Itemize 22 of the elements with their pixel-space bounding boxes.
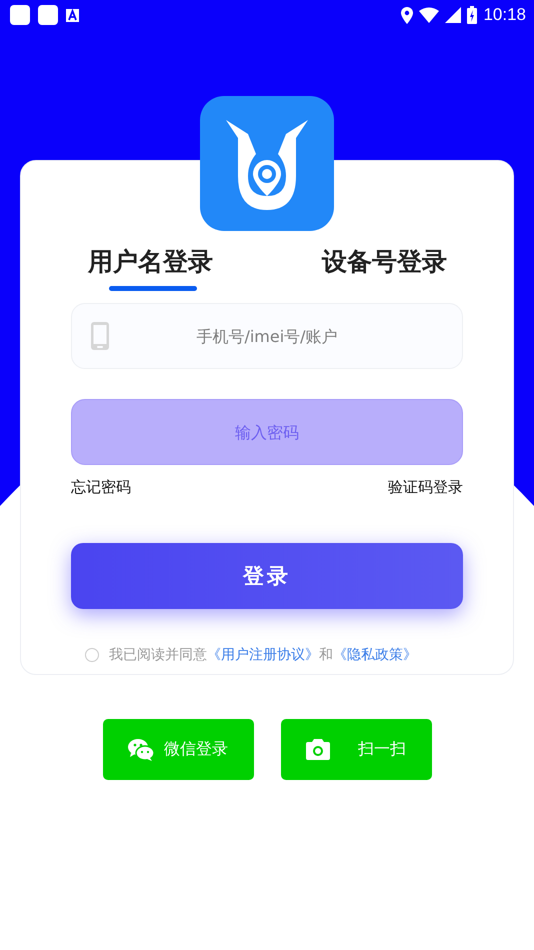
forgot-password-link[interactable]: 忘记密码 (71, 478, 131, 497)
privacy-link[interactable]: 《隐私政策》 (333, 647, 417, 663)
signal-icon (445, 7, 462, 23)
account-field[interactable]: 手机号/imei号/账户 (71, 303, 463, 369)
location-icon (401, 6, 414, 24)
clock-time: 10:18 (483, 5, 526, 25)
app-notification-icon (66, 8, 79, 22)
terms-link[interactable]: 《用户注册协议》 (207, 647, 319, 663)
password-field[interactable]: 输入密码 (71, 399, 463, 465)
agreement-checkbox[interactable] (85, 648, 99, 662)
camera-icon (306, 739, 330, 760)
phone-icon (91, 322, 109, 350)
sms-login-link[interactable]: 验证码登录 (388, 478, 463, 497)
notification-icon (38, 5, 58, 25)
wifi-icon (419, 7, 440, 23)
login-tab[interactable]: 用户名登录 (88, 245, 213, 291)
chat-bubbles-icon (128, 738, 154, 762)
login-button[interactable]: 登录 (71, 543, 463, 609)
login-tab[interactable]: 设备号登录 (322, 245, 447, 291)
agreement-text: 我已阅读并同意《用户注册协议》和《隐私政策》 (109, 646, 417, 664)
battery-icon (467, 6, 478, 24)
notification-icon (10, 5, 30, 25)
